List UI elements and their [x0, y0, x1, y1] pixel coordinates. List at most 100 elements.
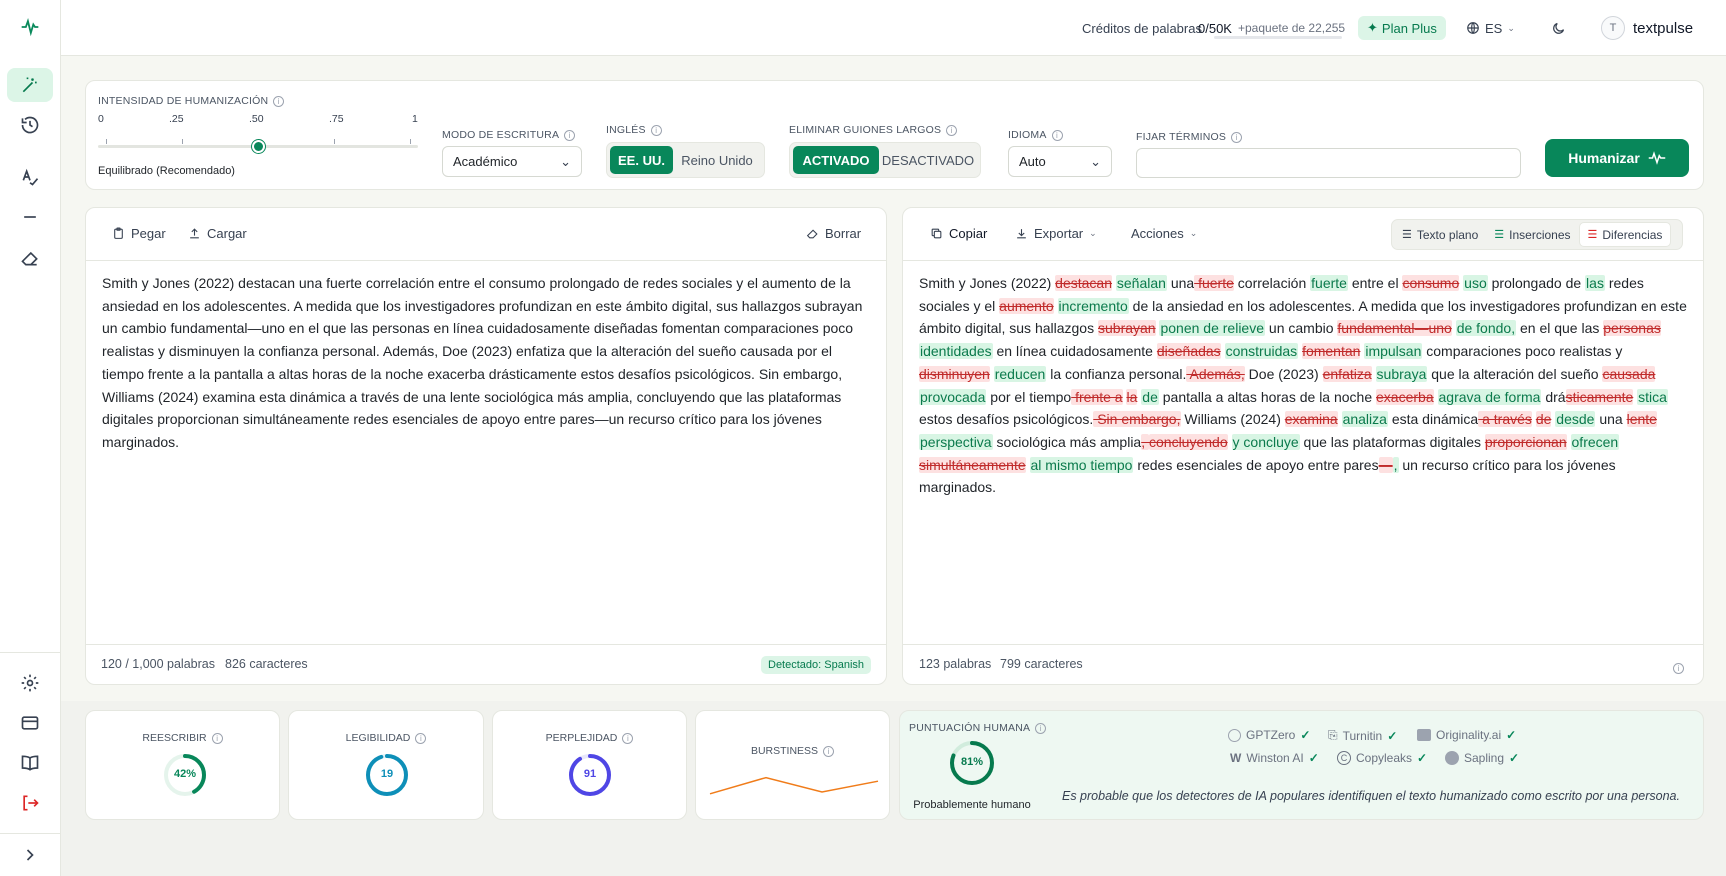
diff-insertion: stica	[1637, 388, 1668, 405]
perplexity-value: 91	[583, 768, 597, 780]
export-button[interactable]: Exportar ⌄	[1015, 226, 1097, 241]
diff-deletion: causada	[1602, 365, 1656, 382]
book-open-icon[interactable]	[7, 746, 53, 780]
check-icon: ✓	[1387, 728, 1398, 743]
tab-plain-text[interactable]: ☰ Texto plano	[1394, 222, 1486, 247]
credit-card-icon[interactable]	[7, 706, 53, 740]
intensity-tick-label: .75	[329, 113, 344, 125]
diff-deletion: consumo	[1402, 275, 1460, 291]
diff-unchanged	[1026, 457, 1030, 473]
readability-metric-card: LEGIBILIDAD i 19	[288, 710, 484, 820]
gptzero-icon	[1228, 728, 1241, 742]
tab-label: Diferencias	[1602, 227, 1663, 242]
lock-terms-input[interactable]	[1136, 148, 1521, 178]
diff-unchanged	[1054, 298, 1058, 314]
credits-progress-bar	[1214, 36, 1342, 39]
rewrite-value: 42%	[173, 768, 197, 780]
tab-differences[interactable]: ☰ Diferencias	[1578, 222, 1672, 247]
diff-insertion: de	[1141, 388, 1159, 405]
output-char-count: 799 caracteres	[1000, 657, 1083, 671]
plan-badge[interactable]: ✦ Plan Plus	[1358, 0, 1446, 56]
paste-button[interactable]: Pegar	[112, 226, 166, 241]
tab-insertions[interactable]: ☰ Inserciones	[1486, 222, 1578, 247]
diff-deletion: personas	[1603, 320, 1661, 337]
input-char-count: 826 caracteres	[225, 657, 308, 671]
diff-unchanged: Smith y Jones (2022)	[919, 275, 1056, 291]
magic-wand-icon[interactable]	[7, 68, 53, 102]
clipboard-icon	[114, 227, 123, 239]
intensity-label: INTENSIDAD DE HUMANIZACIÓN i	[98, 95, 285, 107]
dash-off-option[interactable]: DESACTIVADO	[879, 146, 977, 174]
writing-mode-select[interactable]: Académico ⌄	[442, 146, 582, 177]
mode-value: Académico	[453, 154, 518, 169]
package-label: +paquete de 22,255	[1238, 21, 1346, 35]
eraser-icon[interactable]	[7, 241, 53, 275]
view-mode-tabs: ☰ Texto plano ☰ Inserciones ☰ Diferencias	[1391, 219, 1683, 250]
diff-unchanged: estos desafíos psicológicos.	[919, 411, 1094, 428]
copy-button[interactable]: Copiar	[930, 226, 987, 241]
dash-icon[interactable]	[7, 200, 53, 234]
detector-originality: Originality.ai ✓	[1417, 728, 1516, 742]
intensity-slider-thumb[interactable]	[252, 140, 265, 153]
eraser-icon	[806, 229, 818, 239]
spell-check-icon[interactable]	[7, 160, 53, 194]
check-icon: ✓	[1417, 751, 1428, 765]
rewrite-metric-card: REESCRIBIR i 42%	[85, 710, 280, 820]
diff-unchanged: pantalla a altas horas de la noche	[1158, 388, 1377, 405]
language-selector[interactable]: ES ⌄	[1466, 0, 1515, 56]
intensity-tick-mark	[410, 139, 411, 144]
input-textarea[interactable]: Smith y Jones (2022) destacan una fuerte…	[102, 272, 870, 454]
diff-insertion: impulsan	[1364, 343, 1423, 360]
perplexity-title: PERPLEJIDAD i	[493, 732, 686, 744]
divider	[86, 260, 886, 261]
credits-value: 0/50K	[1198, 20, 1232, 36]
burstiness-metric-card: BURSTINESS i	[695, 710, 890, 820]
english-us-option[interactable]: EE. UU.	[610, 146, 673, 174]
diff-unchanged	[1434, 389, 1438, 405]
chevron-down-icon: ⌄	[560, 153, 571, 169]
english-uk-option[interactable]: Reino Unido	[673, 146, 761, 174]
upload-button[interactable]: Cargar	[188, 226, 247, 241]
info-icon[interactable]: i	[1673, 659, 1684, 674]
logout-icon[interactable]	[7, 786, 53, 820]
human-score-card: PUNTUACIÓN HUMANA i 81% Probablemente hum…	[899, 710, 1704, 820]
settings-gear-icon[interactable]	[7, 666, 53, 700]
humanize-button[interactable]: Humanizar	[1545, 139, 1689, 177]
clear-button[interactable]: Borrar	[806, 226, 861, 241]
perplexity-metric-card: PERPLEJIDAD i 91	[492, 710, 687, 820]
humanize-label: Humanizar	[1568, 150, 1640, 166]
diff-unchanged: que las plataformas digitales	[1299, 433, 1485, 450]
diff-insertion: provocada	[919, 388, 987, 405]
diff-deletion: lente	[1626, 411, 1657, 428]
top-bar: Créditos de palabras 0/50K +paquete de 2…	[61, 0, 1726, 56]
user-menu[interactable]: T textpulse	[1601, 0, 1693, 56]
dash-label: ELIMINAR GUIONES LARGOS i	[789, 124, 958, 136]
input-word-count: 120 / 1,000 palabras	[101, 657, 215, 671]
chevron-right-icon[interactable]	[7, 838, 53, 872]
logo-pulse-icon[interactable]	[7, 10, 53, 44]
burstiness-title: BURSTINESS i	[696, 745, 889, 757]
diff-insertion: desde	[1555, 411, 1596, 428]
diff-insertion: construidas	[1224, 343, 1299, 360]
diff-deletion: concluyendo	[1149, 433, 1228, 450]
diff-insertion: fuerte	[1310, 275, 1348, 291]
lines-icon: ☰	[1494, 229, 1505, 241]
diff-insertion: incremento	[1057, 297, 1129, 314]
detected-language-badge: Detectado: Spanish	[761, 656, 872, 674]
diff-deletion: exacerba	[1376, 388, 1434, 405]
history-icon[interactable]	[7, 108, 53, 142]
divider	[903, 644, 1703, 645]
sidebar	[0, 0, 61, 876]
language-select[interactable]: Auto ⌄	[1008, 146, 1112, 177]
tab-label: Texto plano	[1416, 227, 1479, 242]
diff-insertion: ofrecen	[1570, 433, 1620, 450]
theme-toggle[interactable]	[1551, 0, 1566, 56]
output-diff-text[interactable]: Smith y Jones (2022) destacan señalan un…	[919, 272, 1689, 499]
dash-on-option[interactable]: ACTIVADO	[793, 146, 879, 174]
upload-icon	[190, 228, 199, 239]
divider	[903, 260, 1703, 261]
actions-button[interactable]: Acciones ⌄	[1131, 226, 1197, 241]
detector-note: Es probable que los detectores de IA pop…	[1062, 789, 1680, 803]
diff-insertion: y concluye	[1231, 433, 1300, 450]
detector-gptzero: GPTZero ✓	[1228, 728, 1310, 742]
